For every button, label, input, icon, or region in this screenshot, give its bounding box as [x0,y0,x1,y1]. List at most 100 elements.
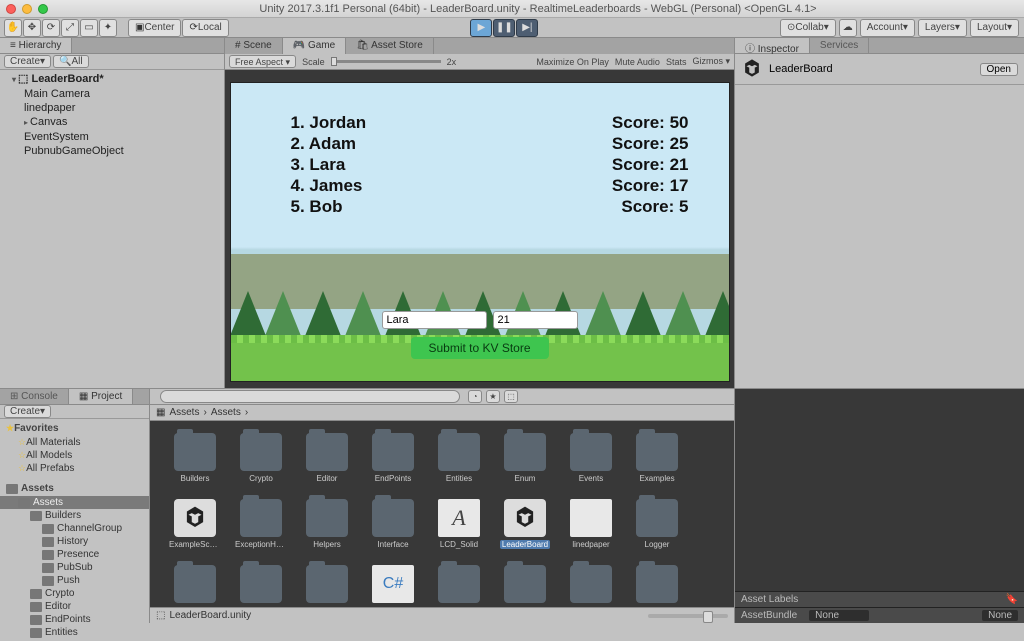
scene-node[interactable]: ⬚ LeaderBoard* [4,72,220,87]
asset-folder[interactable] [632,565,682,607]
breadcrumb-item[interactable]: Assets [169,407,199,418]
asset-folder[interactable]: Builders [170,433,220,483]
pivot-local-button[interactable]: ⟳ Local [182,19,228,37]
project-folder[interactable]: Crypto [0,587,149,600]
save-search-icon[interactable]: ⬚ [504,390,518,403]
minimize-window-icon[interactable] [22,4,32,14]
tab-console[interactable]: ⊞ Console [0,389,69,404]
score-input[interactable] [493,311,578,329]
asset-file[interactable]: ALCD_Solid [434,499,484,549]
favorites-header[interactable]: ★ Favorites [0,421,149,436]
close-window-icon[interactable] [6,4,16,14]
asset-folder[interactable]: PlayModeTes... [302,565,352,607]
project-folder[interactable]: History [0,535,149,548]
asset-folder[interactable]: Editor [302,433,352,483]
account-label: Account [867,22,903,33]
asset-folder[interactable] [434,565,484,607]
project-folder[interactable]: PubSub [0,561,149,574]
step-button-icon[interactable]: ▶| [516,19,538,37]
rect-tool-icon[interactable]: ▭ [80,19,98,37]
transform-tool-icon[interactable]: ✦ [99,19,117,37]
hierarchy-item[interactable]: EventSystem [4,130,220,144]
asset-folder[interactable]: Interface [368,499,418,549]
asset-file[interactable]: C#PubNub [368,565,418,607]
asset-file[interactable]: linedpaper [566,499,616,549]
search-by-type-icon[interactable]: ◔ [468,390,482,403]
asset-folder[interactable]: Events [566,433,616,483]
favorite-item[interactable]: ☆ All Materials [0,436,149,449]
play-button-icon[interactable]: ▶ [470,19,492,37]
asset-scene-selected[interactable]: LeaderBoard [500,499,550,549]
rotate-tool-icon[interactable]: ⟳ [42,19,60,37]
create-dropdown[interactable]: Create ▾ [4,55,51,68]
move-tool-icon[interactable]: ✥ [23,19,41,37]
pivot-center-button[interactable]: ▣ Center [128,19,181,37]
hierarchy-item[interactable]: Main Camera [4,87,220,101]
gizmos-toggle[interactable]: Gizmos ▾ [692,56,730,67]
tab-game[interactable]: 🎮 Game [283,38,346,54]
cloud-icon[interactable]: ☁ [839,19,857,37]
tab-project[interactable]: ▦ Project [69,389,133,404]
stats-toggle[interactable]: Stats [666,57,687,67]
assetbundle-variant[interactable]: None [982,610,1018,621]
layout-button[interactable]: Layout ▾ [970,19,1019,37]
project-folder[interactable]: ChannelGroup [0,522,149,535]
asset-folder[interactable]: Managers [170,565,220,607]
thumbnail-size-slider[interactable] [648,614,728,618]
maximize-toggle[interactable]: Maximize On Play [536,57,609,67]
search-by-label-icon[interactable]: ★ [486,390,500,403]
aspect-dropdown[interactable]: Free Aspect ▾ [229,55,296,68]
mute-toggle[interactable]: Mute Audio [615,57,660,67]
hierarchy-item[interactable]: Canvas [4,115,220,130]
asset-folder[interactable]: Models [236,565,286,607]
asset-folder[interactable]: ExceptionHa... [236,499,286,549]
scale-slider[interactable] [331,60,441,63]
assets-header[interactable]: Assets [0,481,149,496]
asset-folder[interactable] [566,565,616,607]
tab-hierarchy[interactable]: ≡ Hierarchy [0,38,72,53]
project-folder[interactable]: Builders [0,509,149,522]
open-button[interactable]: Open [980,63,1018,76]
project-folder[interactable]: Assets [0,496,149,509]
collab-button[interactable]: ⊙ Collab ▾ [780,19,836,37]
hierarchy-search-filter[interactable]: 🔍All [53,55,89,68]
zoom-window-icon[interactable] [38,4,48,14]
scale-tool-icon[interactable]: ⤢ [61,19,79,37]
game-toolbar: Free Aspect ▾ Scale 2x Maximize On Play … [225,54,734,70]
favorite-item[interactable]: ☆ All Models [0,449,149,462]
asset-scene[interactable]: ExampleScene [170,499,220,549]
project-folder[interactable]: Entities [0,626,149,639]
layers-button[interactable]: Layers ▾ [918,19,967,37]
project-folder[interactable]: Editor [0,600,149,613]
asset-folder[interactable]: EndPoints [368,433,418,483]
account-button[interactable]: Account ▾ [860,19,915,37]
breadcrumb-item[interactable]: Assets [211,407,241,418]
submit-button[interactable]: Submit to KV Store [410,337,548,359]
favorite-item[interactable]: ☆ All Prefabs [0,462,149,475]
hierarchy-item[interactable]: linedpaper [4,101,220,115]
tab-services[interactable]: Services [810,38,869,53]
asset-folder[interactable]: Examples [632,433,682,483]
score-inputs [382,311,578,329]
project-folder[interactable]: EndPoints [0,613,149,626]
hand-tool-icon[interactable]: ✋ [4,19,22,37]
asset-folder[interactable]: Logger [632,499,682,549]
assetbundle-value[interactable]: None [809,610,869,621]
project-folder[interactable]: Push [0,574,149,587]
tab-asset-store[interactable]: 🛍 Asset Store [346,38,434,54]
tab-inspector[interactable]: ⓘ Inspector [735,38,810,53]
window-title: Unity 2017.3.1f1 Personal (64bit) - Lead… [58,3,1018,15]
project-create-dropdown[interactable]: Create ▾ [4,405,51,418]
asset-folder[interactable]: Entities [434,433,484,483]
asset-folder[interactable] [500,565,550,607]
pause-button-icon[interactable]: ❚❚ [493,19,515,37]
project-folder[interactable]: Presence [0,548,149,561]
name-input[interactable] [382,311,487,329]
asset-folder[interactable]: Enum [500,433,550,483]
label-icon[interactable]: 🔖 [1006,594,1018,605]
project-search-input[interactable] [160,390,460,403]
hierarchy-item[interactable]: PubnubGameObject [4,144,220,158]
asset-folder[interactable]: Helpers [302,499,352,549]
asset-folder[interactable]: Crypto [236,433,286,483]
tab-scene[interactable]: # Scene [225,38,283,54]
